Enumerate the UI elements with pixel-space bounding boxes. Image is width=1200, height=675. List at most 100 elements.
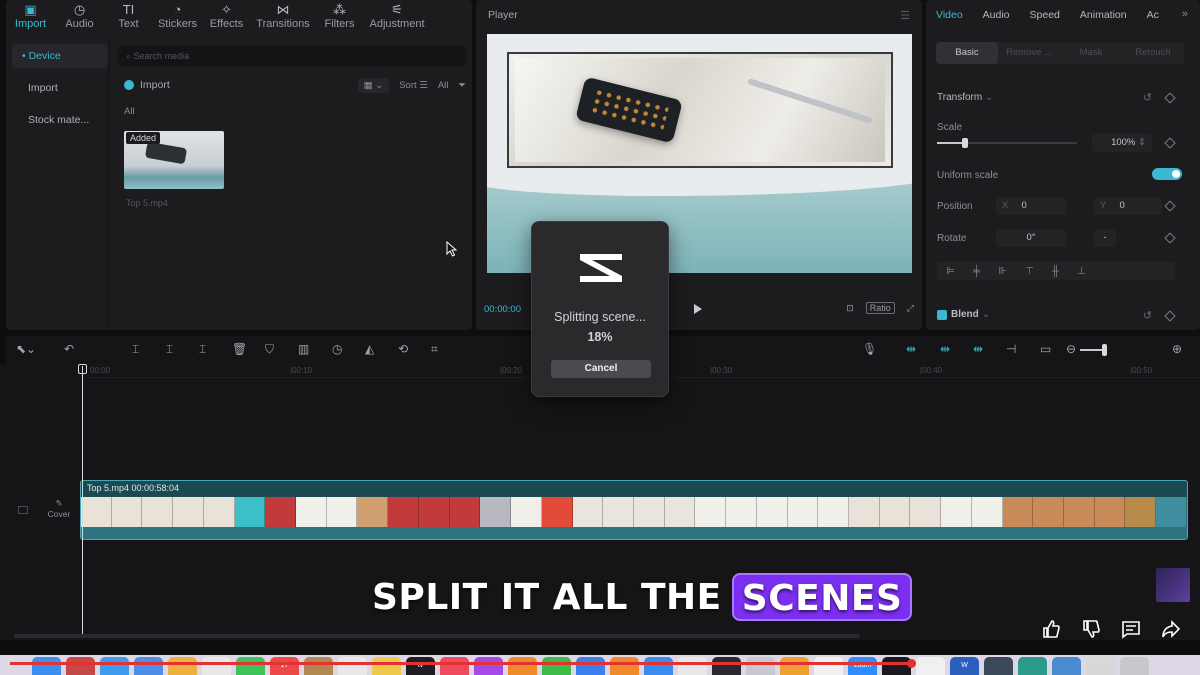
scale-keyframe-icon[interactable]: [1164, 137, 1176, 149]
contacts-icon[interactable]: [338, 657, 367, 675]
chrome-icon[interactable]: [678, 657, 707, 675]
sidebar-item-stock-material[interactable]: Stock mate...: [12, 108, 108, 132]
fit-icon[interactable]: ⊡: [846, 303, 854, 314]
blend-section[interactable]: Blend ⌄: [951, 309, 990, 320]
scale-value-field[interactable]: 100% ⇕: [1092, 134, 1152, 152]
activity-icon[interactable]: [712, 657, 741, 675]
tab-text[interactable]: TI Text: [104, 0, 153, 36]
folder-icon[interactable]: [1052, 657, 1081, 675]
tab-audio-props[interactable]: Audio: [983, 9, 1010, 21]
track-icon[interactable]: [18, 506, 28, 514]
tab-import[interactable]: ▣ Import: [6, 0, 55, 36]
keyframe-icon[interactable]: [1164, 92, 1176, 104]
safari-icon[interactable]: [100, 657, 129, 675]
freeze-icon[interactable]: ▥: [298, 342, 309, 356]
comments-icon[interactable]: [1120, 618, 1142, 640]
finder-icon[interactable]: [32, 657, 61, 675]
video-progress-bar[interactable]: [10, 662, 911, 665]
reset-icon[interactable]: ↺: [1143, 91, 1152, 104]
tab-stickers[interactable]: ◔ Stickers: [153, 0, 202, 36]
split-right-icon[interactable]: ⌶: [199, 342, 206, 357]
transform-section[interactable]: Transform ⌄: [937, 92, 993, 103]
align-left-icon[interactable]: ⊫: [946, 266, 955, 277]
rotate-field[interactable]: 0°: [996, 229, 1066, 247]
appletv-icon[interactable]: tv: [406, 657, 435, 675]
position-x-field[interactable]: X 0: [996, 197, 1066, 215]
tab-effects[interactable]: ✧ Effects: [202, 0, 251, 36]
rotate-extra-button[interactable]: -: [1094, 229, 1116, 247]
capcut-icon[interactable]: [882, 657, 911, 675]
preview-icon[interactable]: [746, 657, 775, 675]
zoom-slider-knob[interactable]: [1102, 344, 1107, 356]
sidebar-item-device[interactable]: • Device: [12, 44, 108, 68]
align-bottom-icon[interactable]: ⊥: [1077, 266, 1086, 277]
app-icon[interactable]: [814, 657, 843, 675]
subtab-retouch[interactable]: Retouch: [1122, 42, 1184, 64]
import-button[interactable]: Import: [124, 79, 170, 91]
menu-icon[interactable]: ☰: [900, 9, 910, 22]
position-keyframe-icon[interactable]: [1164, 200, 1176, 212]
magnet-icon[interactable]: ⇹: [940, 342, 950, 356]
cancel-button[interactable]: Cancel: [551, 360, 651, 378]
app2-icon[interactable]: [984, 657, 1013, 675]
notion-icon[interactable]: [916, 657, 945, 675]
sidebar-item-import[interactable]: Import: [12, 76, 108, 100]
blend-keyframe-icon[interactable]: [1164, 310, 1176, 322]
app3-icon[interactable]: [1018, 657, 1047, 675]
scale-slider[interactable]: [937, 138, 1077, 148]
split-view-icon[interactable]: ⊣: [1006, 342, 1016, 356]
align-right-icon[interactable]: ⊪: [998, 266, 1007, 277]
split-left-icon[interactable]: ⌶: [166, 342, 173, 357]
podcasts-icon[interactable]: [474, 657, 503, 675]
sort-button[interactable]: Sort ☰: [399, 80, 428, 91]
vlc-icon[interactable]: [780, 657, 809, 675]
video-progress-knob[interactable]: [906, 659, 916, 668]
rotate-keyframe-icon[interactable]: [1164, 232, 1176, 244]
calendar-icon[interactable]: 17: [270, 657, 299, 675]
grid-view-icon[interactable]: ▦ ⌄: [357, 77, 390, 93]
split-icon[interactable]: ⌶: [132, 342, 139, 357]
link-icon[interactable]: ⇹: [973, 342, 983, 356]
keynote-icon[interactable]: [576, 657, 605, 675]
reminders-icon[interactable]: [202, 657, 231, 675]
stickies-icon[interactable]: [372, 657, 401, 675]
numbers-icon[interactable]: [542, 657, 571, 675]
position-y-field[interactable]: Y 0: [1094, 197, 1162, 215]
word-icon[interactable]: W: [950, 657, 979, 675]
uniform-scale-toggle[interactable]: [1152, 168, 1182, 180]
zoom-icon[interactable]: zoom: [848, 657, 877, 675]
undo-icon[interactable]: ↶: [64, 342, 74, 356]
mail-icon[interactable]: [134, 657, 163, 675]
mirror-icon[interactable]: ◭: [365, 342, 374, 356]
delete-icon[interactable]: 🗑: [232, 342, 247, 356]
fullscreen-icon[interactable]: ⤢: [907, 303, 914, 314]
tab-video[interactable]: Video: [936, 9, 963, 21]
appstore-icon[interactable]: [644, 657, 673, 675]
dislike-icon[interactable]: [1080, 618, 1102, 640]
tab-adjustment[interactable]: ⚟ Adjustment: [364, 0, 430, 36]
launchpad-icon[interactable]: [66, 657, 95, 675]
align-center-icon[interactable]: ╪: [973, 266, 980, 277]
pages-icon[interactable]: [610, 657, 639, 675]
rotate-icon[interactable]: ⟲: [398, 342, 408, 356]
blend-reset-icon[interactable]: ↺: [1143, 309, 1152, 322]
playhead[interactable]: [82, 366, 83, 636]
ratio-button[interactable]: Ratio: [865, 302, 895, 314]
tab-audio[interactable]: ◷ Audio: [55, 0, 104, 36]
microphone-icon[interactable]: 🎙: [862, 342, 877, 356]
timeline-scrollbar[interactable]: [14, 634, 860, 638]
crop-icon[interactable]: ⌗: [431, 342, 438, 357]
link-main-track-icon[interactable]: ⇹: [906, 342, 916, 356]
tab-speed[interactable]: Speed: [1030, 9, 1060, 21]
media-thumbnail[interactable]: Added: [124, 131, 224, 189]
subtab-basic[interactable]: Basic: [936, 42, 998, 64]
more-tabs-icon[interactable]: »: [1182, 8, 1188, 20]
music-icon[interactable]: [440, 657, 469, 675]
align-middle-icon[interactable]: ╫: [1052, 266, 1059, 277]
all-filter-button[interactable]: All: [438, 80, 449, 91]
shield-icon[interactable]: ⛉: [265, 342, 274, 357]
search-input[interactable]: ⌕ Search media: [118, 46, 466, 66]
align-top-icon[interactable]: ⊤: [1025, 266, 1034, 277]
tab-animation[interactable]: Animation: [1080, 9, 1127, 21]
channel-avatar[interactable]: [1156, 568, 1190, 602]
